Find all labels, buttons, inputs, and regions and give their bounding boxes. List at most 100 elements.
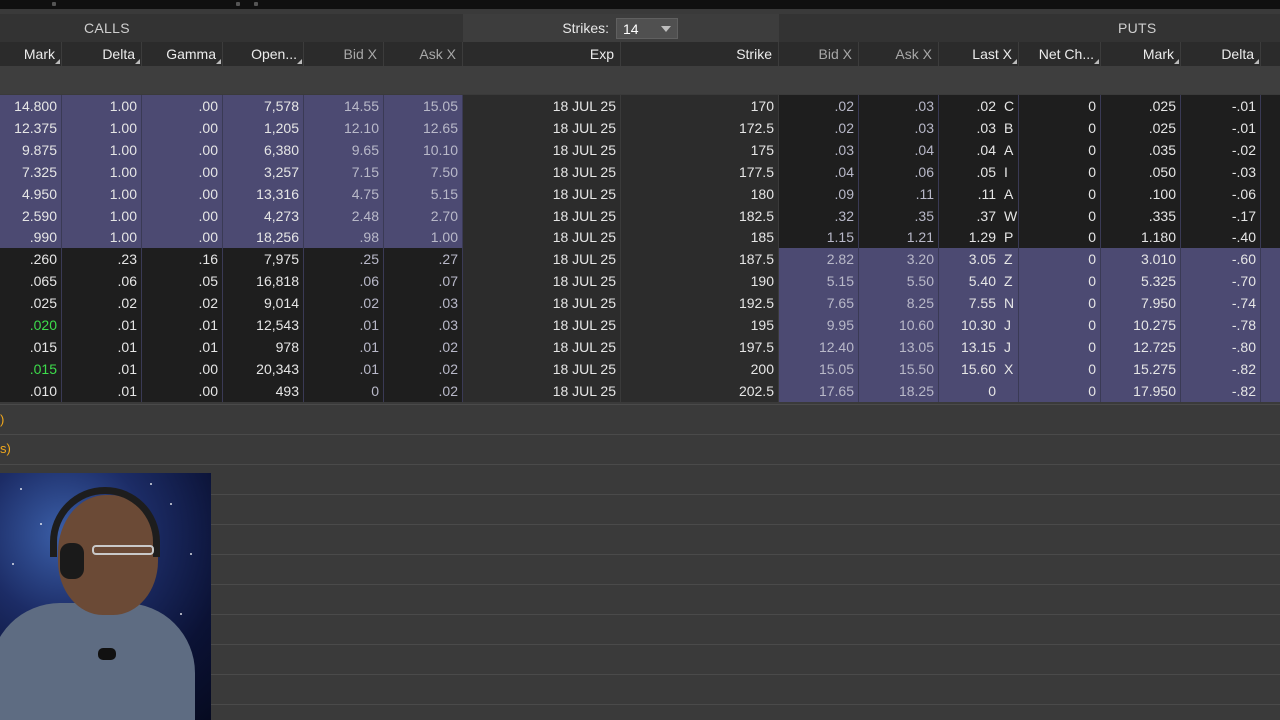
cell-c-ask[interactable]: .03	[384, 292, 463, 315]
cell-p-net[interactable]: 0	[1019, 116, 1101, 139]
put-colhead-delta[interactable]: Delta	[1181, 42, 1261, 66]
table-row[interactable]: .065.06.05 16,818.06.07 18 JUL 25 190 5.15 5.…	[0, 270, 1280, 293]
cell-c-delta[interactable]: 1.00	[62, 138, 142, 161]
cell-c-bid[interactable]: 0	[304, 379, 384, 402]
cell-p-bid[interactable]: 17.65	[779, 379, 859, 402]
cell-p-delta[interactable]: -.78	[1181, 314, 1261, 336]
cell-p-bid[interactable]: .03	[779, 138, 859, 161]
cell-c-bid[interactable]: .01	[304, 314, 384, 336]
cell-p-delta[interactable]: -.80	[1181, 335, 1261, 358]
cell-c-delta[interactable]: .06	[62, 270, 142, 293]
cell-p-mark[interactable]: 5.325	[1101, 270, 1181, 293]
cell-c-oi[interactable]: 7,975	[223, 248, 304, 271]
cell-strike[interactable]: 177.5	[621, 160, 779, 183]
strikes-dropdown[interactable]: 14	[616, 18, 678, 39]
cell-c-oi[interactable]: 6,380	[223, 138, 304, 161]
cell-c-bid[interactable]: 2.48	[304, 204, 384, 227]
table-row[interactable]: 4.950 1.00.00 13,316 4.75 5.15 18 JUL 25 180.0…	[0, 182, 1280, 205]
cell-strike[interactable]: 197.5	[621, 335, 779, 358]
cell-c-bid[interactable]: .01	[304, 357, 384, 380]
table-row[interactable]: .020.01.01 12,543.01.03 18 JUL 25 195 9.95 10…	[0, 314, 1280, 336]
cell-c-mark[interactable]: .065	[0, 270, 62, 293]
cell-p-ask[interactable]: 13.05	[859, 335, 939, 358]
cell-c-gamma[interactable]: .01	[142, 335, 223, 358]
cell-c-ask[interactable]: .03	[384, 314, 463, 336]
cell-c-gamma[interactable]: .00	[142, 95, 223, 117]
cell-c-bid[interactable]: 9.65	[304, 138, 384, 161]
cell-c-delta[interactable]: .02	[62, 292, 142, 315]
cell-p-bid[interactable]: 5.15	[779, 270, 859, 293]
cell-strike[interactable]: 180	[621, 182, 779, 205]
cell-c-ask[interactable]: 7.50	[384, 160, 463, 183]
cell-c-ask[interactable]: 15.05	[384, 95, 463, 117]
cell-p-mark[interactable]: 17.950	[1101, 379, 1181, 402]
cell-p-bid[interactable]: .02	[779, 95, 859, 117]
cell-p-mark[interactable]: .100	[1101, 182, 1181, 205]
cell-p-net[interactable]: 0	[1019, 270, 1101, 293]
cell-strike[interactable]: 195	[621, 314, 779, 336]
cell-c-ask[interactable]: 2.70	[384, 204, 463, 227]
cell-p-ask[interactable]: 15.50	[859, 357, 939, 380]
table-row[interactable]: .260.23.16 7,975.25.27 18 JUL 25 187.5 2.82 3…	[0, 248, 1280, 271]
cell-c-gamma[interactable]: .00	[142, 226, 223, 249]
cell-c-oi[interactable]: 20,343	[223, 357, 304, 380]
cell-p-mark[interactable]: 1.180	[1101, 226, 1181, 249]
cell-p-delta[interactable]: -.06	[1181, 182, 1261, 205]
cell-exp[interactable]: 18 JUL 25	[463, 248, 621, 271]
cell-strike[interactable]: 170	[621, 95, 779, 117]
cell-exp[interactable]: 18 JUL 25	[463, 204, 621, 227]
put-colhead-g[interactable]: G	[1261, 42, 1280, 66]
cell-c-bid[interactable]: 7.15	[304, 160, 384, 183]
cell-c-oi[interactable]: 4,273	[223, 204, 304, 227]
cell-exp[interactable]: 18 JUL 25	[463, 292, 621, 315]
cell-p-mark[interactable]: .335	[1101, 204, 1181, 227]
table-row[interactable]: 14.800 1.00.00 7,578 14.55 15.05 18 JUL 25 170…	[0, 95, 1280, 117]
call-colhead-bid-x[interactable]: Bid X	[304, 42, 384, 66]
cell-c-gamma[interactable]: .00	[142, 357, 223, 380]
cell-p-delta[interactable]: -.01	[1181, 95, 1261, 117]
cell-strike[interactable]: 190	[621, 270, 779, 293]
table-row[interactable]: .015.01.00 20,343.01.02 18 JUL 25 200 15.05 1…	[0, 357, 1280, 380]
cell-p-bid[interactable]: 12.40	[779, 335, 859, 358]
cell-c-oi[interactable]: 13,316	[223, 182, 304, 205]
cell-exp[interactable]: 18 JUL 25	[463, 138, 621, 161]
cell-strike[interactable]: 202.5	[621, 379, 779, 402]
cell-strike[interactable]: 187.5	[621, 248, 779, 271]
cell-c-bid[interactable]: 4.75	[304, 182, 384, 205]
call-colhead-delta[interactable]: Delta	[62, 42, 142, 66]
cell-c-oi[interactable]: 7,578	[223, 95, 304, 117]
cell-c-delta[interactable]: .01	[62, 379, 142, 402]
cell-exp[interactable]: 18 JUL 25	[463, 357, 621, 380]
cell-p-delta[interactable]: -.40	[1181, 226, 1261, 249]
cell-c-mark[interactable]: 12.375	[0, 116, 62, 139]
cell-p-mark[interactable]: .050	[1101, 160, 1181, 183]
cell-p-ask[interactable]: 5.50	[859, 270, 939, 293]
cell-c-ask[interactable]: .27	[384, 248, 463, 271]
cell-c-mark[interactable]: 2.590	[0, 204, 62, 227]
call-colhead-gamma[interactable]: Gamma	[142, 42, 223, 66]
cell-c-oi[interactable]: 3,257	[223, 160, 304, 183]
cell-p-bid[interactable]: 9.95	[779, 314, 859, 336]
cell-p-ask[interactable]: .03	[859, 95, 939, 117]
cell-exp[interactable]: 18 JUL 25	[463, 379, 621, 402]
cell-p-ask[interactable]: .06	[859, 160, 939, 183]
cell-c-mark[interactable]: .025	[0, 292, 62, 315]
put-colhead-bid-x[interactable]: Bid X	[779, 42, 859, 66]
cell-c-mark[interactable]: .010	[0, 379, 62, 402]
cell-c-bid[interactable]: .06	[304, 270, 384, 293]
cell-p-mark[interactable]: 10.275	[1101, 314, 1181, 336]
cell-c-delta[interactable]: .23	[62, 248, 142, 271]
cell-strike[interactable]: 200	[621, 357, 779, 380]
cell-p-mark[interactable]: 12.725	[1101, 335, 1181, 358]
cell-c-gamma[interactable]: .00	[142, 182, 223, 205]
cell-p-net[interactable]: 0	[1019, 335, 1101, 358]
cell-p-ask[interactable]: .04	[859, 138, 939, 161]
cell-c-bid[interactable]: 14.55	[304, 95, 384, 117]
cell-p-ask[interactable]: 10.60	[859, 314, 939, 336]
cell-c-bid[interactable]: .98	[304, 226, 384, 249]
cell-strike[interactable]: 175	[621, 138, 779, 161]
cell-c-mark[interactable]: 4.950	[0, 182, 62, 205]
cell-p-delta[interactable]: -.82	[1181, 357, 1261, 380]
cell-p-ask[interactable]: 3.20	[859, 248, 939, 271]
cell-c-bid[interactable]: .02	[304, 292, 384, 315]
